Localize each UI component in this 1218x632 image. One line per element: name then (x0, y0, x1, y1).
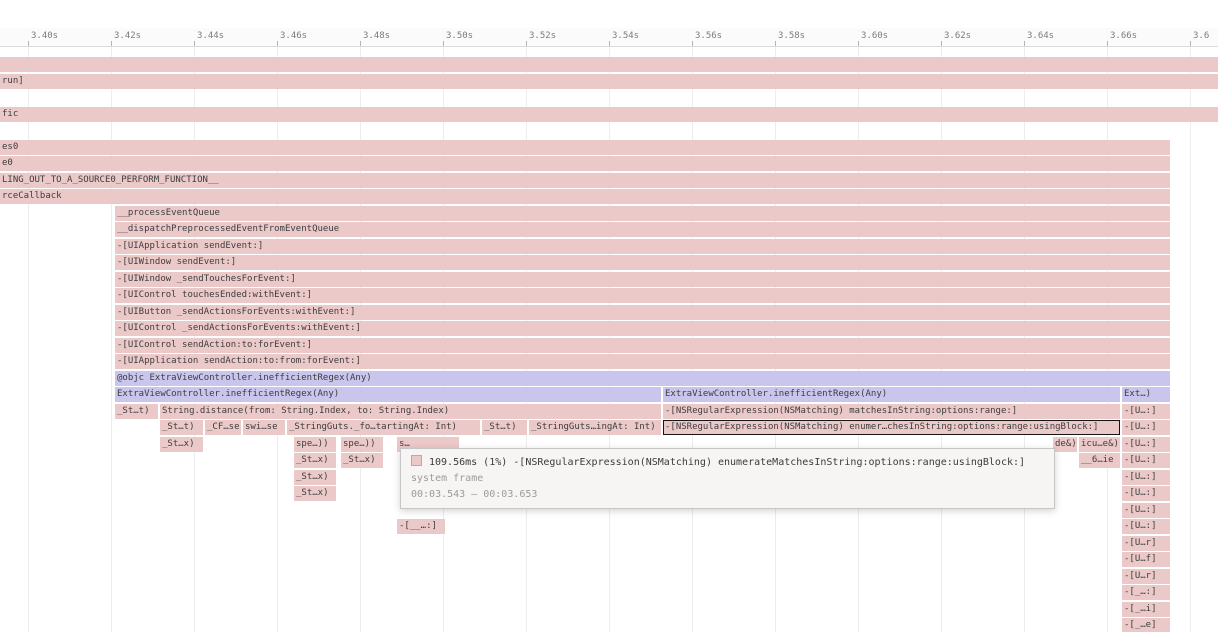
ruler-tick-label: 3.56s (695, 31, 722, 41)
frame-bar[interactable]: spe…)) (294, 437, 336, 452)
ruler-tick-label: 3.48s (363, 31, 390, 41)
ruler-tick-label: 3.44s (197, 31, 224, 41)
frame-bar[interactable]: _St…t) (482, 420, 527, 435)
time-ruler[interactable]: 3.40s 3.42s 3.44s 3.46s 3.48s 3.50s 3.52s 3.54s… (0, 28, 1218, 47)
ruler-tick (28, 41, 29, 46)
frame-bar[interactable]: icu…e&) (1079, 437, 1120, 452)
ruler-tick (526, 41, 527, 46)
flame-graph: run] fic es0e0 LING_OUT_TO_A_SOURCE0_PERFOR… (0, 0, 1218, 632)
ruler-tick-label: 3.54s (612, 31, 639, 41)
frame-bar[interactable]: -[U…:] (1122, 503, 1170, 518)
frame-bar[interactable]: -[U…:] (1122, 519, 1170, 534)
ruler-tick (941, 41, 942, 46)
frame-bar[interactable]: -[U…:] (1122, 404, 1170, 419)
ruler-tick-label: 3.50s (446, 31, 473, 41)
frame-bar[interactable]: Ext…) (1122, 387, 1170, 402)
ruler-tick (1190, 41, 1191, 46)
frame-bar[interactable]: run] (0, 74, 1218, 89)
frame-bar[interactable]: _St…x) (294, 453, 336, 468)
ruler-tick (1107, 41, 1108, 46)
ruler-tick (111, 41, 112, 46)
tooltip: 109.56ms (1%) -[NSRegularExpression(NSMa… (400, 448, 1055, 509)
frame-bar[interactable]: _St…x) (294, 486, 336, 501)
frame-bar[interactable]: -[U…:] (1122, 420, 1170, 435)
ruler-tick-label: 3.40s (31, 31, 58, 41)
frame-bar[interactable]: es0 (0, 140, 1170, 155)
ruler-tick (360, 41, 361, 46)
tooltip-title: 109.56ms (1%) -[NSRegularExpression(NSMa… (429, 457, 1025, 468)
ruler-tick (277, 41, 278, 46)
frame-bar[interactable]: -[_…i] (1122, 602, 1170, 617)
frame-bar[interactable]: _St…x) (341, 453, 383, 468)
ruler-tick (692, 41, 693, 46)
frame-bar[interactable]: _StringGuts._fo…tartingAt: Int) (287, 420, 480, 435)
frame-bar[interactable]: __dispatchPreprocessedEventFromEventQueu… (115, 222, 1170, 237)
frame-bar[interactable]: -[U…f] (1122, 552, 1170, 567)
frame-bar[interactable]: -[UIApplication sendAction:to:from:forEv… (115, 354, 1170, 369)
ruler-tick-label: 3.52s (529, 31, 556, 41)
frame-bar[interactable]: -[U…r] (1122, 536, 1170, 551)
frame-bar[interactable]: -[UIControl _sendActionsForEvents:withEv… (115, 321, 1170, 336)
frame-bar[interactable]: @objc ExtraViewController.inefficientReg… (115, 371, 1170, 386)
ruler-tick (443, 41, 444, 46)
frame-bar[interactable]: -[U…:] (1122, 453, 1170, 468)
frame-bar[interactable]: -[U…:] (1122, 470, 1170, 485)
frame-bar[interactable]: String.distance(from: String.Index, to: … (160, 404, 661, 419)
ruler-tick (1024, 41, 1025, 46)
frame-bar[interactable]: _StringGuts…ingAt: Int) (529, 420, 661, 435)
flame-chart-view: 3.40s 3.42s 3.44s 3.46s 3.48s 3.50s 3.52s 3.54s… (0, 0, 1218, 632)
frame-bar[interactable]: spe…)) (341, 437, 383, 452)
ruler-tick-label: 3.6 (1193, 31, 1209, 41)
ruler-tick-label: 3.60s (861, 31, 888, 41)
frame-bar[interactable]: rceCallback (0, 189, 1170, 204)
frame-bar[interactable]: -[__…:] (397, 519, 445, 534)
frame-bar[interactable]: -[_…:] (1122, 585, 1170, 600)
frame-bar[interactable]: LING_OUT_TO_A_SOURCE0_PERFORM_FUNCTION__ (0, 173, 1170, 188)
frame-bar[interactable]: ExtraViewController.inefficientRegex(Any… (663, 387, 1120, 402)
frame-bar[interactable]: _St…x) (294, 470, 336, 485)
frame-bar[interactable]: _CF…se (205, 420, 241, 435)
frame-bar[interactable]: -[UIWindow sendEvent:] (115, 255, 1170, 270)
frame-bar[interactable]: -[UIControl sendAction:to:forEvent:] (115, 338, 1170, 353)
frame-bar[interactable]: fic (0, 107, 1218, 122)
frame-bar[interactable] (0, 57, 1218, 72)
frame-bar[interactable]: -[NSRegularExpression(NSMatching) matche… (663, 404, 1120, 419)
frame-bar[interactable]: -[UIButton _sendActionsForEvents:withEve… (115, 305, 1170, 320)
ruler-tick (775, 41, 776, 46)
ruler-tick-label: 3.66s (1110, 31, 1137, 41)
frame-bar[interactable]: -[U…:] (1122, 486, 1170, 501)
ruler-tick (858, 41, 859, 46)
frame-bar[interactable]: __processEventQueue (115, 206, 1170, 221)
ruler-tick-label: 3.46s (280, 31, 307, 41)
frame-bar[interactable]: __6…ie (1079, 453, 1120, 468)
frame-bar[interactable]: swi…se (243, 420, 285, 435)
frame-bar-selected[interactable]: -[NSRegularExpression(NSMatching) enumer… (663, 420, 1120, 435)
frame-bar[interactable]: _St…x) (160, 437, 203, 452)
tooltip-time-range: 00:03.543 — 00:03.653 (411, 489, 1044, 500)
tooltip-frame-type: system frame (411, 473, 1044, 484)
ruler-tick-label: 3.62s (944, 31, 971, 41)
ruler-tick (194, 41, 195, 46)
ruler-tick (609, 41, 610, 46)
ruler-tick-label: 3.58s (778, 31, 805, 41)
ruler-tick-label: 3.64s (1027, 31, 1054, 41)
frame-bar[interactable]: -[U…:] (1122, 437, 1170, 452)
frame-bar[interactable]: -[UIControl touchesEnded:withEvent:] (115, 288, 1170, 303)
frame-bar[interactable]: -[UIWindow _sendTouchesForEvent:] (115, 272, 1170, 287)
ruler-tick-label: 3.42s (114, 31, 141, 41)
frame-bar[interactable]: e0 (0, 156, 1170, 171)
frame-bar[interactable]: _St…t) (160, 420, 203, 435)
frame-bar[interactable]: -[UIApplication sendEvent:] (115, 239, 1170, 254)
frame-bar[interactable]: _St…t) (115, 404, 158, 419)
frame-color-chip (411, 455, 422, 466)
frame-bar[interactable]: -[_…e] (1122, 618, 1170, 632)
frame-bar[interactable]: de&) (1053, 437, 1077, 452)
frame-bar[interactable]: -[U…r] (1122, 569, 1170, 584)
frame-bar[interactable]: ExtraViewController.inefficientRegex(Any… (115, 387, 661, 402)
